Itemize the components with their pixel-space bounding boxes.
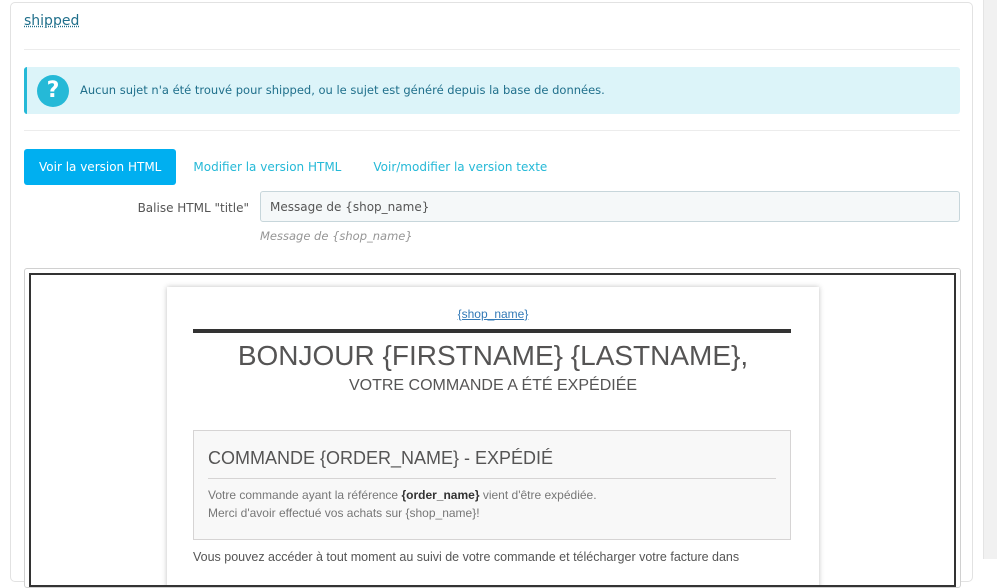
thanks-line: Merci d'avoir effectué vos achats sur {s… bbox=[208, 506, 480, 520]
order-title: COMMANDE {ORDER_NAME} - EXPÉDIÉ bbox=[208, 448, 554, 468]
info-alert: ? Aucun sujet n'a été trouvé pour shippe… bbox=[24, 67, 960, 114]
title-tag-input[interactable] bbox=[260, 191, 960, 222]
preview-tabs: Voir la version HTML Modifier la version… bbox=[24, 149, 562, 185]
order-summary-box: COMMANDE {ORDER_NAME} - EXPÉDIÉ Votre co… bbox=[193, 430, 791, 540]
question-circle-icon: ? bbox=[37, 75, 69, 107]
page-scrollbar[interactable] bbox=[983, 0, 997, 559]
email-template-panel: shipped ? Aucun sujet n'a été trouvé pou… bbox=[10, 2, 973, 588]
order-reference: {order_name} bbox=[401, 488, 480, 502]
email-preview-container: {shop_name} BONJOUR {FIRSTNAME} {LASTNAM… bbox=[24, 268, 961, 588]
order-reference-prefix: Votre commande ayant la référence bbox=[208, 488, 402, 502]
order-reference-suffix: vient d'être expédiée. bbox=[479, 488, 597, 502]
email-body: {shop_name} BONJOUR {FIRSTNAME} {LASTNAM… bbox=[167, 287, 819, 585]
divider bbox=[24, 130, 960, 131]
order-divider bbox=[208, 478, 776, 479]
header-rule bbox=[193, 329, 791, 333]
title-tag-help: Message de {shop_name} bbox=[260, 229, 413, 243]
order-reference-line: Votre commande ayant la référence {order… bbox=[208, 488, 597, 502]
title-tag-label: Balise HTML "title" bbox=[137, 201, 249, 215]
email-greeting: BONJOUR {FIRSTNAME} {LASTNAME}, bbox=[237, 340, 749, 371]
tab-view-edit-text[interactable]: Voir/modifier la version texte bbox=[358, 149, 562, 185]
email-subtitle: VOTRE COMMANDE A ÉTÉ EXPÉDIÉE bbox=[348, 377, 638, 394]
email-preview-frame[interactable]: {shop_name} BONJOUR {FIRSTNAME} {LASTNAM… bbox=[29, 273, 956, 587]
tab-view-html[interactable]: Voir la version HTML bbox=[24, 149, 177, 185]
tracking-text: Vous pouvez accéder à tout moment au sui… bbox=[193, 550, 740, 564]
divider bbox=[24, 49, 960, 50]
shop-name-link[interactable]: {shop_name} bbox=[167, 307, 819, 321]
tab-edit-html[interactable]: Modifier la version HTML bbox=[178, 149, 356, 185]
alert-message: Aucun sujet n'a été trouvé pour shipped,… bbox=[80, 83, 605, 97]
template-name-heading: shipped bbox=[24, 13, 80, 29]
